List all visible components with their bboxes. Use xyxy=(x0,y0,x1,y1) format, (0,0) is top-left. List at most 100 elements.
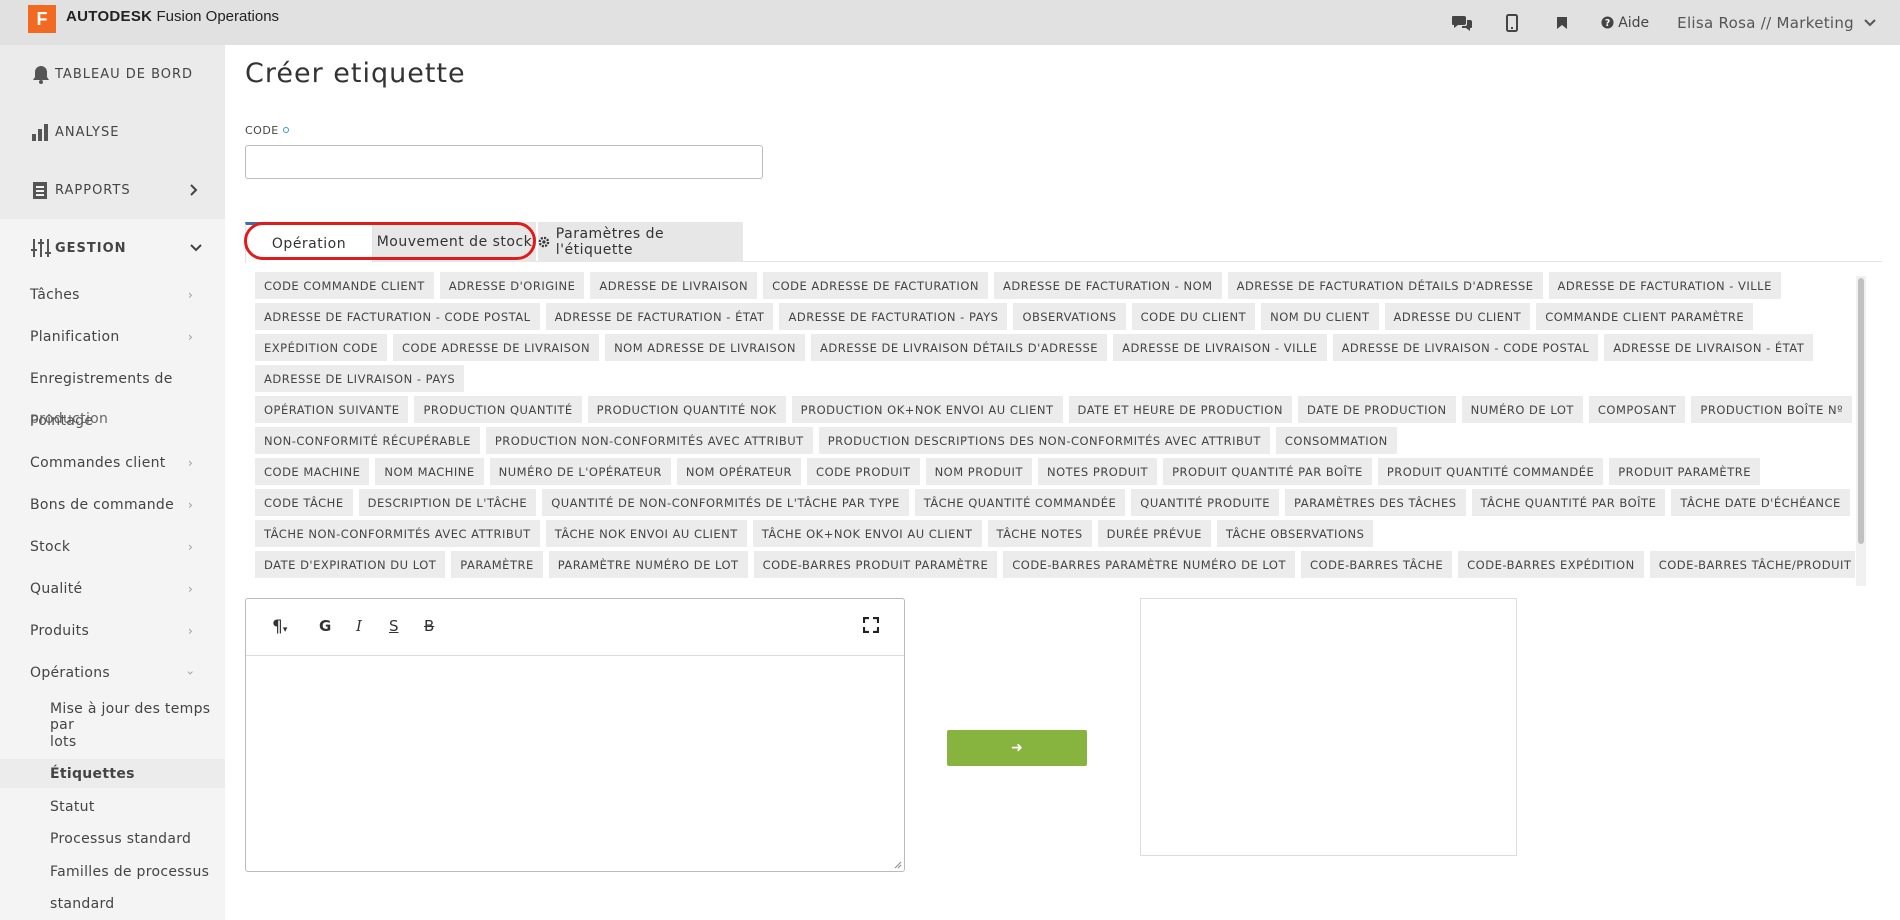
tab-operation[interactable]: Opération xyxy=(245,222,373,263)
placeholder-tag[interactable]: CODE-BARRES PARAMÈTRE NUMÉRO DE LOT xyxy=(1003,551,1295,578)
generate-preview-button[interactable]: ➜ xyxy=(947,730,1087,766)
sidebar-sub-status[interactable]: Statut xyxy=(50,799,225,815)
placeholder-tag[interactable]: DATE D'EXPIRATION DU LOT xyxy=(255,551,446,578)
placeholder-tag[interactable]: QUANTITÉ DE NON-CONFORMITÉS DE L'TÂCHE P… xyxy=(542,489,909,516)
placeholder-tag[interactable]: ADRESSE DE LIVRAISON - PAYS xyxy=(255,365,465,392)
placeholder-tag[interactable]: PARAMÈTRE NUMÉRO DE LOT xyxy=(548,551,748,578)
placeholder-tag[interactable]: NOM PRODUIT xyxy=(925,458,1032,485)
placeholder-tag[interactable]: NUMÉRO DE L'OPÉRATEUR xyxy=(489,458,671,485)
placeholder-tag[interactable]: COMMANDE CLIENT PARAMÈTRE xyxy=(1536,303,1754,330)
placeholder-tag[interactable]: CODE-BARRES EXPÉDITION xyxy=(1458,551,1644,578)
placeholder-tag[interactable]: ADRESSE DE LIVRAISON xyxy=(590,272,758,299)
sidebar-item-reports[interactable]: RAPPORTS xyxy=(0,161,225,219)
sidebar-sub-batch-time-update[interactable]: Mise à jour des temps par xyxy=(50,701,225,733)
placeholder-tag[interactable]: EXPÉDITION CODE xyxy=(255,334,388,361)
placeholder-tag[interactable]: ADRESSE DE FACTURATION - NOM xyxy=(993,272,1222,299)
placeholder-tag[interactable]: TÂCHE NOK ENVOI AU CLIENT xyxy=(545,520,747,547)
editor-content[interactable] xyxy=(246,657,904,871)
placeholder-tag[interactable]: OPÉRATION SUIVANTE xyxy=(255,396,409,423)
sidebar-item-dashboard[interactable]: TABLEAU DE BORD xyxy=(0,45,225,103)
underline-button[interactable]: S xyxy=(389,617,399,635)
placeholder-tag[interactable]: TÂCHE OBSERVATIONS xyxy=(1216,520,1374,547)
tags-scrollbar-thumb[interactable] xyxy=(1858,278,1864,544)
placeholder-tag[interactable]: PRODUIT PARAMÈTRE xyxy=(1609,458,1760,485)
sidebar-item-tasks[interactable]: Tâches › xyxy=(30,287,210,303)
help-link[interactable]: ? Aide xyxy=(1601,15,1649,31)
sidebar-item-analysis[interactable]: ANALYSE xyxy=(0,103,225,161)
sidebar-sub-batch-time-update-line2[interactable]: lots xyxy=(50,734,225,750)
sidebar-item-quality[interactable]: Qualité › xyxy=(30,581,210,597)
placeholder-tag[interactable]: ADRESSE D'ORIGINE xyxy=(439,272,585,299)
placeholder-tag[interactable]: ADRESSE DE FACTURATION - VILLE xyxy=(1548,272,1781,299)
placeholder-tag[interactable]: NUMÉRO DE LOT xyxy=(1461,396,1583,423)
code-input[interactable] xyxy=(245,145,763,179)
placeholder-tag[interactable]: PARAMÈTRE xyxy=(451,551,543,578)
placeholder-tag[interactable]: CODE ADRESSE DE FACTURATION xyxy=(763,272,988,299)
placeholder-tag[interactable]: TÂCHE DATE D'ÉCHÉANCE xyxy=(1671,489,1850,516)
placeholder-tag[interactable]: ADRESSE DE LIVRAISON - ÉTAT xyxy=(1604,334,1814,361)
sidebar-item-production-records[interactable]: Enregistrements de xyxy=(30,371,210,387)
placeholder-tag[interactable]: CODE-BARRES PRODUIT PARAMÈTRE xyxy=(753,551,998,578)
bookmark-icon[interactable] xyxy=(1551,12,1573,34)
placeholder-tag[interactable]: PRODUCTION DESCRIPTIONS DES NON-CONFORMI… xyxy=(818,427,1270,454)
placeholder-tag[interactable]: DATE ET HEURE DE PRODUCTION xyxy=(1068,396,1292,423)
sidebar-item-planning[interactable]: Planification › xyxy=(30,329,210,345)
placeholder-tag[interactable]: NOM MACHINE xyxy=(375,458,484,485)
placeholder-tag[interactable]: PRODUCTION NON-CONFORMITÉS AVEC ATTRIBUT xyxy=(485,427,813,454)
rich-text-editor[interactable]: ¶▾ G I S B xyxy=(245,598,905,872)
placeholder-tag[interactable]: NOM ADRESSE DE LIVRAISON xyxy=(605,334,805,361)
bold-button[interactable]: G xyxy=(319,617,331,635)
placeholder-tag[interactable]: ADRESSE DE LIVRAISON - CODE POSTAL xyxy=(1332,334,1599,361)
placeholder-tag[interactable]: NOTES PRODUIT xyxy=(1037,458,1158,485)
placeholder-tag[interactable]: TÂCHE NON-CONFORMITÉS AVEC ATTRIBUT xyxy=(255,520,540,547)
tab-label-parameters[interactable]: Paramètres de l'étiquette xyxy=(538,222,743,262)
sidebar-item-operations[interactable]: Opérations › xyxy=(30,665,210,681)
placeholder-tag[interactable]: TÂCHE QUANTITÉ COMMANDÉE xyxy=(914,489,1126,516)
mobile-icon[interactable] xyxy=(1501,12,1523,34)
placeholder-tag[interactable]: QUANTITÉ PRODUITE xyxy=(1131,489,1280,516)
placeholder-tag[interactable]: PRODUCTION BOÎTE Nº xyxy=(1691,396,1853,423)
placeholder-tag[interactable]: COMPOSANT xyxy=(1588,396,1686,423)
placeholder-tag[interactable]: ADRESSE DE FACTURATION - CODE POSTAL xyxy=(255,303,540,330)
placeholder-tag[interactable]: ADRESSE DE LIVRAISON DÉTAILS D'ADRESSE xyxy=(811,334,1108,361)
placeholder-tag[interactable]: PRODUCTION QUANTITÉ NOK xyxy=(587,396,786,423)
sidebar-sub-standard-process[interactable]: Processus standard xyxy=(50,831,225,847)
user-menu[interactable]: Elisa Rosa // Marketing xyxy=(1677,14,1876,32)
tab-stock-movement[interactable]: Mouvement de stock xyxy=(373,222,536,262)
placeholder-tag[interactable]: ADRESSE DE FACTURATION DÉTAILS D'ADRESSE xyxy=(1227,272,1543,299)
placeholder-tag[interactable]: CODE PRODUIT xyxy=(807,458,920,485)
sidebar-item-pointage[interactable]: Pointage xyxy=(30,413,210,429)
placeholder-tag[interactable]: OBSERVATIONS xyxy=(1013,303,1126,330)
placeholder-tag[interactable]: PARAMÈTRES DES TÂCHES xyxy=(1285,489,1466,516)
placeholder-tag[interactable]: CODE TÂCHE xyxy=(255,489,353,516)
sidebar-item-stock[interactable]: Stock › xyxy=(30,539,210,555)
placeholder-tag[interactable]: CODE DU CLIENT xyxy=(1131,303,1256,330)
app-logo[interactable]: F xyxy=(28,5,56,33)
placeholder-tag[interactable]: CODE-BARRES TÂCHE/PRODUIT xyxy=(1649,551,1855,578)
strikethrough-button[interactable]: B xyxy=(424,617,434,635)
placeholder-tag[interactable]: NON-CONFORMITÉ RÉCUPÉRABLE xyxy=(255,427,480,454)
placeholder-tag[interactable]: DATE DE PRODUCTION xyxy=(1297,396,1456,423)
placeholder-tag[interactable]: TÂCHE QUANTITÉ PAR BOÎTE xyxy=(1471,489,1666,516)
sidebar-item-purchase-orders[interactable]: Bons de commande › xyxy=(30,497,210,513)
placeholder-tag[interactable]: NOM OPÉRATEUR xyxy=(676,458,802,485)
sidebar-item-sales-orders[interactable]: Commandes client › xyxy=(30,455,210,471)
placeholder-tag[interactable]: PRODUCTION QUANTITÉ xyxy=(414,396,582,423)
placeholder-tag[interactable]: CODE-BARRES TÂCHE xyxy=(1300,551,1453,578)
placeholder-tag[interactable]: PRODUIT QUANTITÉ PAR BOÎTE xyxy=(1163,458,1372,485)
sidebar-sub-labels[interactable]: Étiquettes xyxy=(50,766,225,782)
sidebar-item-products[interactable]: Produits › xyxy=(30,623,210,639)
italic-button[interactable]: I xyxy=(356,617,362,635)
placeholder-tag[interactable]: ADRESSE DE FACTURATION - PAYS xyxy=(779,303,1008,330)
sidebar-item-management[interactable]: GESTION xyxy=(0,219,225,277)
placeholder-tag[interactable]: TÂCHE NOTES xyxy=(987,520,1092,547)
placeholder-tag[interactable]: NOM DU CLIENT xyxy=(1261,303,1379,330)
placeholder-tag[interactable]: CODE COMMANDE CLIENT xyxy=(255,272,434,299)
resize-handle-icon[interactable] xyxy=(894,861,902,869)
placeholder-tag[interactable]: ADRESSE DU CLIENT xyxy=(1384,303,1531,330)
placeholder-tag[interactable]: DESCRIPTION DE L'TÂCHE xyxy=(358,489,537,516)
placeholder-tag[interactable]: PRODUIT QUANTITÉ COMMANDÉE xyxy=(1377,458,1604,485)
sidebar-sub-process-families-line2[interactable]: standard xyxy=(50,896,225,912)
placeholder-tag[interactable]: PRODUCTION OK+NOK ENVOI AU CLIENT xyxy=(791,396,1063,423)
placeholder-tag[interactable]: CONSOMMATION xyxy=(1275,427,1397,454)
